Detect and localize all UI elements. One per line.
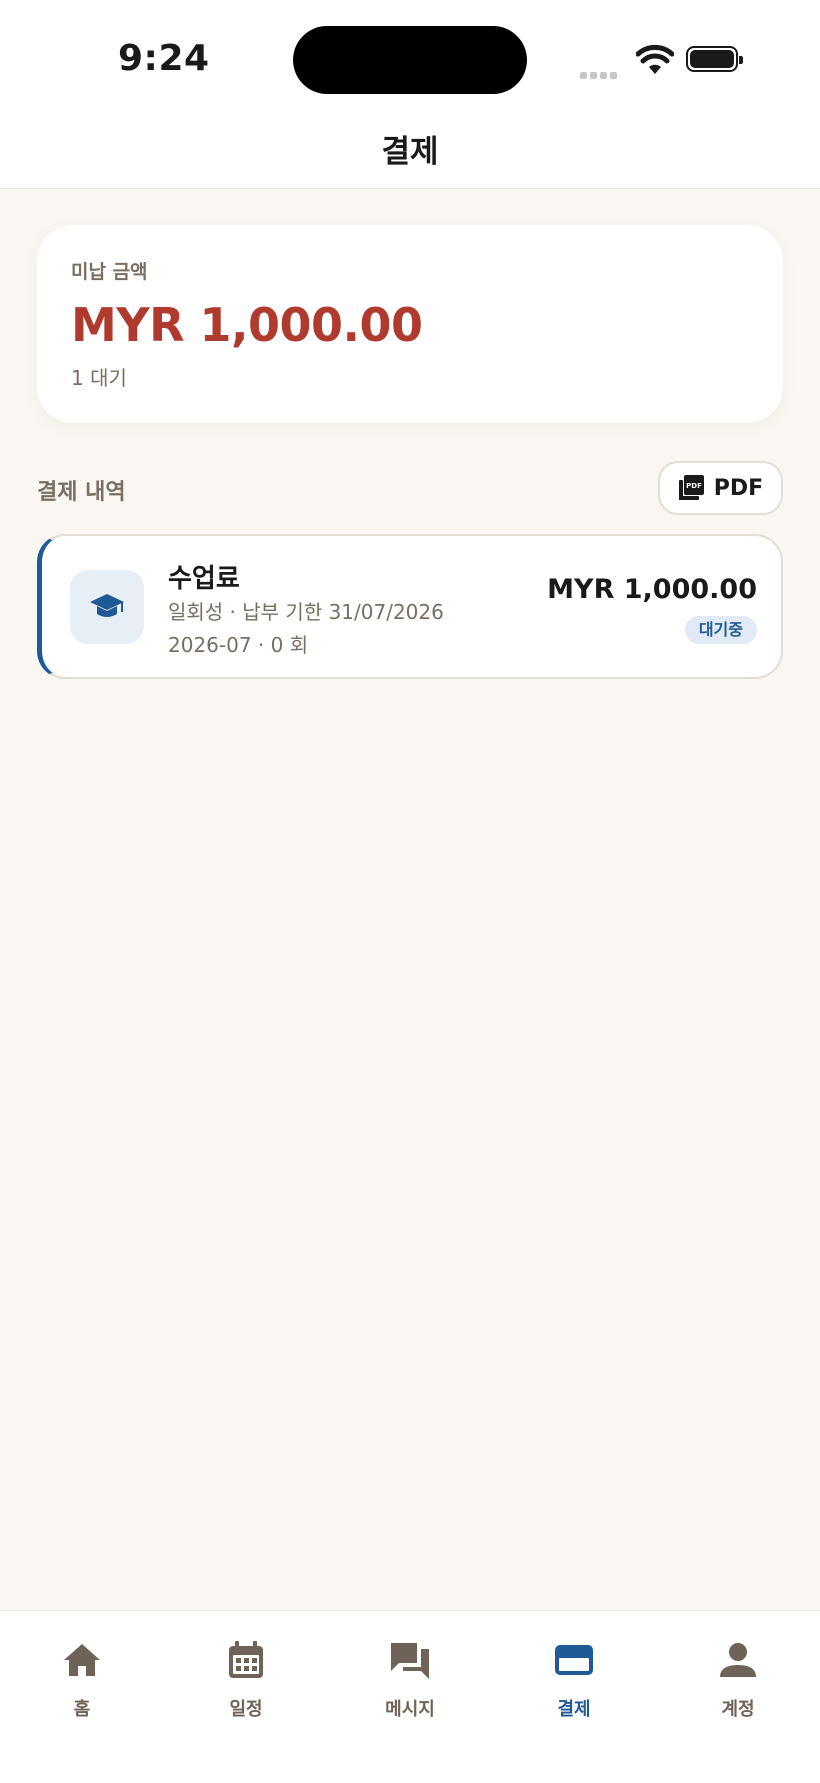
page-title: 결제 [381,134,439,170]
tab-account-label: 계정 [721,1699,755,1720]
tab-messages-label: 메시지 [385,1699,435,1720]
graduation-cap-icon [90,594,124,617]
tab-account[interactable]: 계정 [678,1639,798,1721]
navigation-header: 결제 [0,110,820,189]
dynamic-island [293,26,527,94]
item-icon-container [70,570,144,644]
tab-schedule[interactable]: 일정 [186,1639,306,1721]
tab-payments-label: 결제 [557,1699,591,1720]
item-period-info: 2026-07 · 0 회 [168,633,309,657]
cellular-signal-icon [580,64,620,83]
status-bar: 9:24 [0,0,820,110]
tab-payments[interactable]: 결제 [514,1639,634,1721]
section-title-payment-history: 결제 내역 [37,480,126,505]
outstanding-amount: MYR 1,000.00 [71,298,423,352]
outstanding-label: 미납 금액 [71,261,148,283]
tab-home-label: 홈 [73,1699,91,1720]
pdf-icon: PDF [678,475,704,500]
pending-count: 1 대기 [71,366,127,390]
tab-messages[interactable]: 메시지 [350,1639,470,1721]
person-icon [720,1643,756,1677]
bottom-tab-bar: 홈 일정 메시지 결제 계정 [0,1610,820,1783]
svg-text:PDF: PDF [686,482,702,490]
wifi-icon [636,44,674,74]
status-badge: 대기중 [684,616,757,644]
chat-icon [391,1643,429,1679]
list-item[interactable]: 수업료 일회성 · 납부 기한 31/07/2026 2026-07 · 0 회… [37,534,783,679]
pdf-button[interactable]: PDF PDF [658,461,783,515]
item-title: 수업료 [168,564,240,594]
outstanding-summary-card: 미납 금액 MYR 1,000.00 1 대기 [37,225,783,423]
status-time: 9:24 [118,38,210,79]
item-due-info: 일회성 · 납부 기한 31/07/2026 [168,600,444,624]
battery-icon [686,46,743,72]
item-amount: MYR 1,000.00 [547,574,757,605]
pdf-button-label: PDF [713,475,764,501]
tab-schedule-label: 일정 [229,1699,263,1720]
calendar-icon [229,1641,263,1678]
credit-card-icon [555,1645,593,1675]
home-icon [64,1644,100,1676]
tab-home[interactable]: 홈 [22,1639,142,1721]
